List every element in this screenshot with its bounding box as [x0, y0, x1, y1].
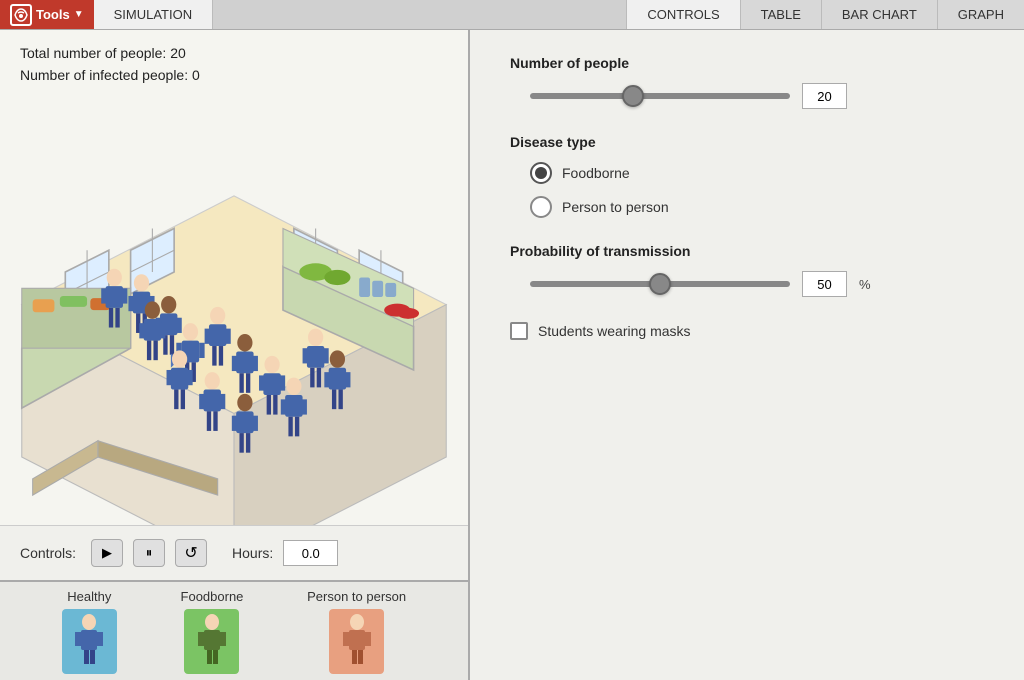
transmission-value[interactable]: [802, 271, 847, 297]
number-of-people-slider[interactable]: [530, 93, 790, 99]
radio-foodborne-circle[interactable]: [530, 162, 552, 184]
disease-type-options: Foodborne Person to person: [510, 162, 984, 218]
transmission-unit: %: [859, 277, 871, 292]
simulation-viewport: [0, 95, 468, 525]
masks-checkbox[interactable]: [510, 322, 528, 340]
controls-panel: Number of people Disease type Foodborne: [470, 30, 1024, 680]
pause-button[interactable]: ⏸: [133, 539, 165, 567]
hours-input[interactable]: [283, 540, 338, 566]
reset-icon: ↺: [184, 543, 197, 563]
controls-label: Controls:: [20, 545, 76, 561]
number-of-people-group: Number of people: [510, 55, 984, 109]
legend-healthy-label: Healthy: [67, 589, 111, 604]
hours-label: Hours:: [232, 545, 273, 561]
simulation-legend: Healthy Foodborne: [0, 580, 468, 680]
legend-person-figure: [329, 609, 384, 674]
play-button[interactable]: ▶: [91, 539, 123, 567]
tab-simulation[interactable]: SIMULATION: [94, 0, 214, 29]
disease-type-group: Disease type Foodborne Person to person: [510, 134, 984, 218]
legend-healthy-figure: [62, 609, 117, 674]
sim-stats: Total number of people: 20 Number of inf…: [0, 30, 468, 95]
tab-barchart[interactable]: BAR CHART: [821, 0, 937, 29]
legend-foodborne-figure: [184, 609, 239, 674]
pause-icon: ⏸: [146, 545, 153, 561]
tab-controls[interactable]: CONTROLS: [626, 0, 739, 29]
transmission-label: Probability of transmission: [510, 243, 984, 259]
tools-label: Tools: [36, 7, 70, 22]
reset-button[interactable]: ↺: [175, 539, 207, 567]
masks-checkbox-item[interactable]: Students wearing masks: [510, 322, 984, 340]
radio-foodborne[interactable]: Foodborne: [530, 162, 984, 184]
radio-person-label: Person to person: [562, 199, 669, 215]
play-icon: ▶: [102, 545, 112, 561]
number-of-people-label: Number of people: [510, 55, 984, 71]
legend-foodborne-label: Foodborne: [181, 589, 244, 604]
radio-person-circle[interactable]: [530, 196, 552, 218]
radio-person-to-person[interactable]: Person to person: [530, 196, 984, 218]
legend-person-label: Person to person: [307, 589, 406, 604]
tab-graph[interactable]: GRAPH: [937, 0, 1024, 29]
tools-arrow-icon: ▼: [74, 9, 84, 20]
masks-label: Students wearing masks: [538, 323, 691, 339]
legend-healthy: Healthy: [62, 589, 117, 674]
transmission-slider[interactable]: [530, 281, 790, 287]
tab-table[interactable]: TABLE: [740, 0, 821, 29]
infected-people-stat: Number of infected people: 0: [20, 64, 448, 86]
masks-group: Students wearing masks: [510, 322, 984, 340]
legend-foodborne: Foodborne: [181, 589, 244, 674]
legend-person-to-person: Person to person: [307, 589, 406, 674]
simulation-controls: Controls: ▶ ⏸ ↺ Hours:: [0, 525, 468, 580]
transmission-group: Probability of transmission %: [510, 243, 984, 297]
total-people-stat: Total number of people: 20: [20, 42, 448, 64]
radio-foodborne-label: Foodborne: [562, 165, 630, 181]
number-of-people-value[interactable]: [802, 83, 847, 109]
disease-type-label: Disease type: [510, 134, 984, 150]
app-logo: [10, 4, 32, 26]
tools-button[interactable]: Tools ▼: [0, 0, 94, 29]
